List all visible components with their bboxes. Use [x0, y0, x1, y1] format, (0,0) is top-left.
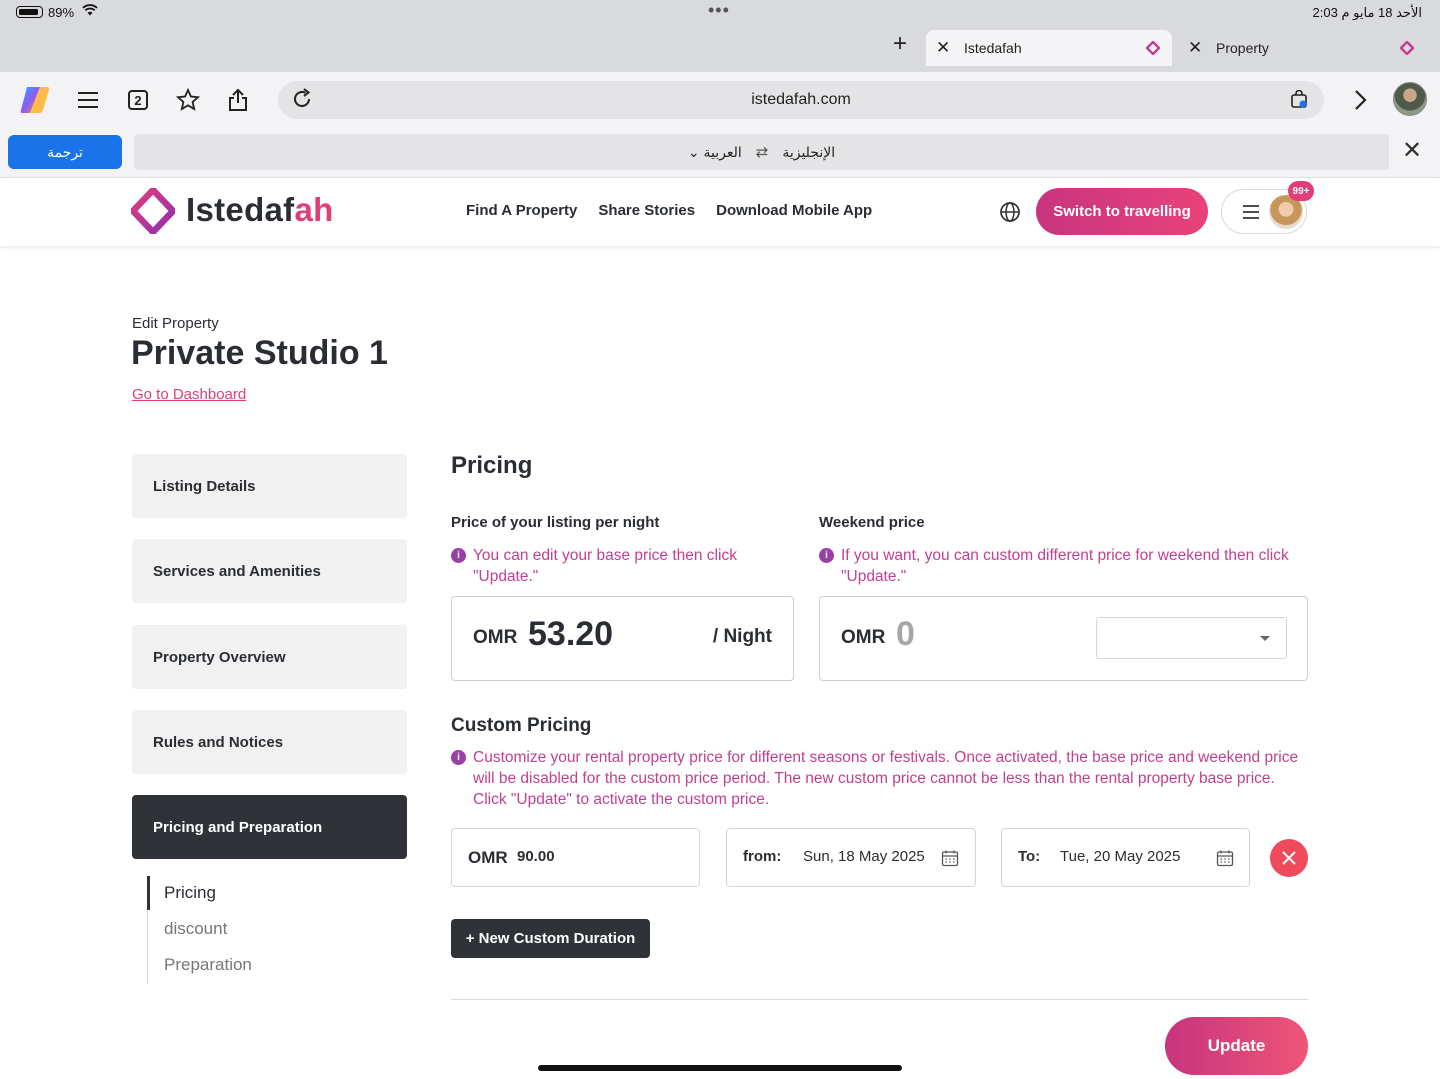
weekend-days-select[interactable]: [1096, 617, 1287, 659]
sidebar-item-services-amenities[interactable]: Services and Amenities: [132, 539, 407, 603]
favorite-star-icon[interactable]: [174, 86, 202, 114]
home-indicator[interactable]: [538, 1065, 902, 1071]
to-date-field[interactable]: To: Tue, 20 May 2025: [1001, 828, 1250, 887]
hamburger-icon: [1243, 205, 1259, 219]
sidebar-item-rules-notices[interactable]: Rules and Notices: [132, 710, 407, 774]
subnav-item-preparation[interactable]: Preparation: [164, 955, 252, 975]
subnav-item-discount[interactable]: discount: [164, 919, 227, 939]
new-tab-plus-icon[interactable]: +: [893, 32, 907, 56]
remove-custom-price-button[interactable]: [1270, 839, 1308, 877]
custom-price-value[interactable]: 90.00: [517, 848, 555, 865]
custom-pricing-info: i Customize your rental property price f…: [451, 747, 1309, 810]
info-icon: i: [451, 548, 466, 563]
weekend-price-field[interactable]: OMR 0: [819, 596, 1308, 681]
to-date-value[interactable]: Tue, 20 May 2025: [1060, 848, 1180, 865]
base-price-field[interactable]: OMR 53.20 / Night: [451, 596, 794, 681]
pricing-subnav: Pricing discount Preparation: [147, 876, 287, 984]
close-translate-icon[interactable]: ✕: [1402, 139, 1422, 163]
nav-find-property[interactable]: Find A Property: [466, 202, 577, 219]
browser-tab-istedafah[interactable]: ✕ Istedafah: [926, 30, 1172, 66]
language-selector[interactable]: ⌄ العربية ⇄ الإنجليزية: [134, 134, 1389, 170]
chevron-down-icon: [1260, 636, 1270, 641]
sidebar-item-property-overview[interactable]: Property Overview: [132, 625, 407, 689]
close-tab-icon[interactable]: ✕: [936, 38, 958, 58]
menu-icon[interactable]: [74, 86, 102, 114]
new-custom-duration-button[interactable]: + New Custom Duration: [451, 919, 650, 958]
notification-badge: 99+: [1288, 181, 1314, 201]
translate-bar: ترجمة ⌄ العربية ⇄ الإنجليزية ✕: [0, 128, 1440, 178]
main-nav: Find A Property Share Stories Download M…: [466, 202, 872, 219]
url-text: istedafah.com: [751, 91, 851, 108]
currency-label: OMR: [841, 627, 886, 648]
base-price-value[interactable]: 53.20: [528, 615, 613, 654]
clock: الأحد 18 مايو م 2:03: [1312, 5, 1422, 20]
to-label: To:: [1018, 848, 1041, 865]
from-date-field[interactable]: from: Sun, 18 May 2025: [726, 828, 976, 887]
istedafah-logo-icon[interactable]: [131, 188, 175, 234]
site-header: Istedafah Find A Property Share Stories …: [0, 178, 1440, 246]
sidebar-item-listing-details[interactable]: Listing Details: [132, 454, 407, 518]
subnav-item-pricing[interactable]: Pricing: [164, 883, 216, 903]
browser-profile-avatar[interactable]: [1393, 82, 1427, 116]
forward-chevron-icon[interactable]: [1346, 86, 1374, 114]
battery-percent: 89%: [48, 5, 75, 20]
close-icon: [1282, 851, 1296, 865]
per-night-label: / Night: [712, 626, 772, 647]
tab-title: Istedafah: [964, 40, 1022, 56]
custom-price-field[interactable]: OMR 90.00: [451, 828, 700, 887]
sidebar-item-pricing-preparation[interactable]: Pricing and Preparation: [132, 795, 407, 859]
browser-tab-property[interactable]: ✕ Property: [1180, 30, 1426, 66]
page-title: Private Studio 1: [131, 334, 388, 372]
source-language[interactable]: الإنجليزية: [782, 144, 835, 161]
istedafah-favicon-icon: [1146, 41, 1160, 55]
go-to-dashboard-link[interactable]: Go to Dashboard: [132, 386, 246, 403]
wifi-icon: [82, 4, 98, 19]
share-icon[interactable]: [224, 86, 252, 114]
tab-title: Property: [1216, 40, 1269, 56]
switch-to-travelling-button[interactable]: Switch to travelling: [1036, 188, 1208, 235]
logo-wordmark[interactable]: Istedafah: [186, 191, 334, 229]
multitasking-dots-icon[interactable]: •••: [708, 0, 730, 21]
base-price-info: i You can edit your base price then clic…: [451, 545, 791, 587]
browser-toolbar: 2 istedafah.com: [0, 72, 1440, 128]
globe-icon[interactable]: [998, 200, 1022, 224]
weekend-price-value[interactable]: 0: [896, 615, 915, 654]
istedafah-favicon-icon: [1400, 41, 1414, 55]
calendar-icon[interactable]: [1216, 849, 1234, 867]
swap-languages-icon[interactable]: ⇄: [756, 143, 769, 161]
custom-pricing-title: Custom Pricing: [451, 715, 592, 736]
currency-label: OMR: [473, 627, 518, 648]
nav-share-stories[interactable]: Share Stories: [598, 202, 695, 219]
currency-label: OMR: [468, 848, 508, 867]
status-bar: 89% ••• الأحد 18 مايو م 2:03 + ✕ Istedaf…: [0, 0, 1440, 72]
close-tab-icon[interactable]: ✕: [1188, 38, 1210, 58]
target-language-dropdown[interactable]: ⌄ العربية: [688, 144, 742, 161]
weekend-price-label: Weekend price: [819, 514, 925, 531]
page-subtitle: Edit Property: [132, 315, 219, 332]
tab-count-button[interactable]: 2: [124, 86, 152, 114]
section-title: Pricing: [451, 452, 533, 479]
shopping-bag-icon[interactable]: [1290, 90, 1308, 108]
update-button[interactable]: Update: [1165, 1017, 1308, 1075]
calendar-icon[interactable]: [941, 849, 959, 867]
from-label: from:: [743, 848, 782, 865]
divider: [451, 999, 1308, 1000]
from-date-value[interactable]: Sun, 18 May 2025: [803, 848, 925, 865]
base-price-label: Price of your listing per night: [451, 514, 660, 531]
address-bar[interactable]: istedafah.com: [278, 81, 1324, 119]
nav-download-app[interactable]: Download Mobile App: [716, 202, 872, 219]
info-icon: i: [819, 548, 834, 563]
info-icon: i: [451, 750, 466, 765]
battery-icon: [16, 6, 43, 18]
translate-button[interactable]: ترجمة: [8, 135, 122, 169]
weekend-price-info: i If you want, you can custom different …: [819, 545, 1309, 587]
active-indicator: [147, 876, 150, 910]
copilot-icon[interactable]: [18, 84, 52, 116]
